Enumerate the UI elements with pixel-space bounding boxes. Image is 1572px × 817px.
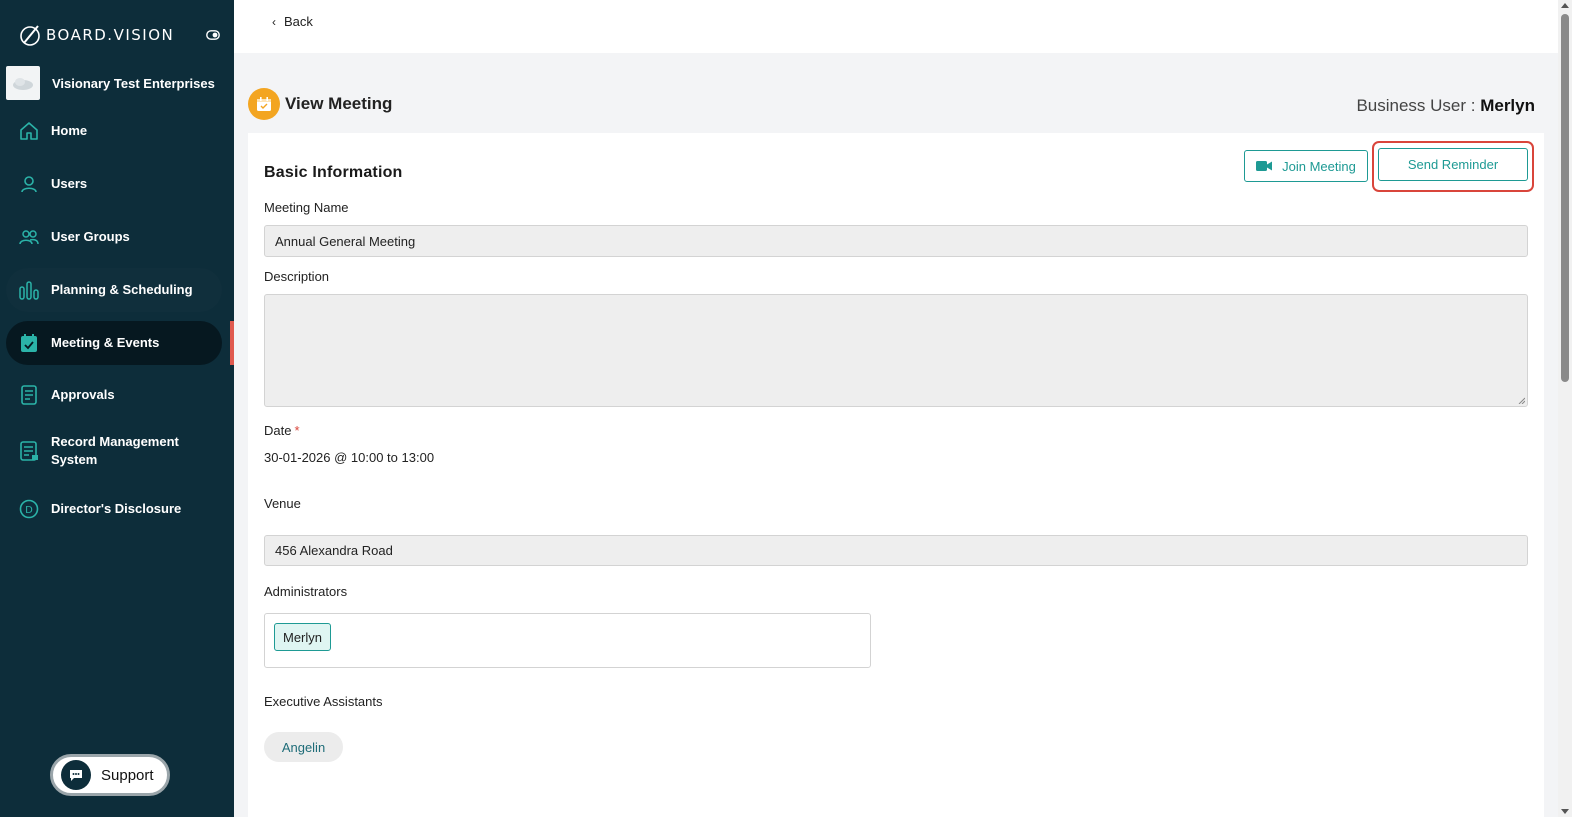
organization-switcher[interactable]: Visionary Test Enterprises [6,66,228,100]
top-bar: ‹ Back [234,0,1558,53]
description-field[interactable] [264,294,1528,407]
sidebar-item-label: Director's Disclosure [51,501,182,516]
organization-avatar [6,66,40,100]
user-icon [21,176,37,193]
join-meeting-button[interactable]: Join Meeting [1244,150,1368,182]
app-logo[interactable]: BOARD.VISION [18,22,226,48]
record-icon [20,441,38,461]
sidebar-item-approvals[interactable]: Approvals [6,378,222,412]
scroll-up-arrow-icon[interactable] [1561,3,1569,8]
calendar-icon [248,88,280,120]
business-user-name: Merlyn [1480,96,1535,115]
sidebar-item-meeting-events[interactable]: Meeting & Events [6,321,222,365]
sidebar-item-label: Home [51,123,88,138]
support-button[interactable]: Support [50,754,170,796]
calendar-check-icon [21,334,37,352]
executive-assistants-label: Executive Assistants [264,694,383,709]
date-label: Date * [264,423,300,438]
organization-name: Visionary Test Enterprises [52,75,215,91]
meeting-details-card: Basic Information Join Meeting Send Remi… [248,133,1544,817]
sidebar-item-label: Meeting & Events [51,335,160,350]
page-header: View Meeting Business User : Merlyn [248,86,1538,122]
scrollbar-thumb[interactable] [1561,14,1569,382]
resize-handle-icon[interactable] [1518,397,1525,404]
administrator-chip[interactable]: Merlyn [274,623,332,651]
scroll-down-arrow-icon[interactable] [1561,809,1569,814]
sidebar-item-planning-scheduling[interactable]: Planning & Scheduling [6,268,222,312]
sidebar-item-home[interactable]: Home [6,114,222,148]
bar-chart-icon [19,281,39,300]
sidebar-item-users[interactable]: Users [6,167,222,201]
administrators-field[interactable]: Merlyn [264,613,871,668]
business-user-prefix: Business User : [1356,96,1481,115]
svg-text:D: D [25,505,33,516]
venue-value: 456 Alexandra Road [275,543,393,558]
business-user: Business User : Merlyn [1356,96,1535,116]
cloud-icon [13,78,33,90]
document-icon [21,385,37,405]
venue-label: Venue [264,496,301,511]
board-vision-logo-icon [20,25,40,46]
sidebar-item-directors-disclosure[interactable]: D Director's Disclosure [6,492,222,526]
meeting-name-field[interactable]: Annual General Meeting [264,225,1528,257]
sidebar-item-label: Users [51,176,88,191]
support-label: Support [101,766,154,784]
page-title: View Meeting [285,94,393,113]
venue-field[interactable]: 456 Alexandra Road [264,535,1528,566]
sidebar-item-label: User Groups [51,229,130,244]
required-asterisk: * [294,423,300,438]
back-link[interactable]: ‹ Back [272,14,313,29]
video-camera-icon [1256,161,1273,171]
meeting-name-label: Meeting Name [264,200,349,215]
sidebar-item-label: Approvals [51,387,115,402]
join-meeting-label: Join Meeting [1282,158,1356,174]
chevron-left-icon: ‹ [272,14,276,29]
executive-assistant-chip[interactable]: Angelin [264,732,343,762]
meeting-name-value: Annual General Meeting [275,233,416,249]
logo-text: BOARD.VISION [46,26,175,44]
letter-d-circle-icon: D [19,499,39,519]
date-value: 30-01-2026 @ 10:00 to 13:00 [264,450,435,465]
section-title: Basic Information [264,164,403,181]
sidebar-item-user-groups[interactable]: User Groups [6,220,222,254]
send-reminder-button[interactable]: Send Reminder [1378,148,1528,181]
sidebar-item-label: Planning & Scheduling [51,282,193,297]
description-label: Description [264,269,330,284]
chat-icon [61,760,91,790]
sidebar-item-label: Record Management System [51,434,179,467]
home-icon [20,122,38,140]
sidebar-item-record-management[interactable]: Record Management System [6,431,222,471]
administrators-label: Administrators [264,584,348,599]
back-label: Back [284,14,313,29]
user-groups-icon [19,230,39,245]
vertical-scrollbar[interactable] [1558,0,1572,817]
toggle-icon[interactable] [206,30,220,40]
sidebar: BOARD.VISION Visionary Test Enterprises … [0,0,234,817]
